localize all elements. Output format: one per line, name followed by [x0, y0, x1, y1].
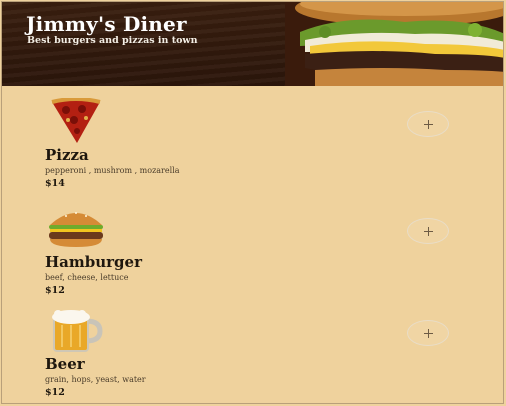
item-price: $14 [45, 178, 65, 189]
item-name: Pizza [45, 146, 89, 164]
add-beer-button[interactable] [407, 320, 449, 346]
menu-item-hamburger: Hamburger beef, cheese, lettuce $12 [2, 205, 503, 305]
burger-photo-icon [285, 2, 503, 86]
item-price: $12 [45, 387, 65, 398]
menu-item-beer: Beer grain, hops, yeast, water $12 [2, 307, 503, 403]
item-description: pepperoni , mushrom , mozarella [45, 166, 180, 175]
item-description: grain, hops, yeast, water [45, 375, 146, 384]
add-hamburger-button[interactable] [407, 218, 449, 244]
item-price: $12 [45, 285, 65, 296]
page-title: Jimmy's Diner [26, 12, 187, 36]
menu-item-pizza: Pizza pepperoni , mushrom , mozarella $1… [2, 98, 503, 198]
item-name: Hamburger [45, 253, 142, 271]
app-frame: Jimmy's Diner Best burgers and pizzas in… [1, 1, 504, 404]
hamburger-icon [49, 212, 103, 247]
beer-icon [52, 310, 103, 352]
header-banner: Jimmy's Diner Best burgers and pizzas in… [2, 2, 503, 86]
pizza-icon [51, 98, 101, 143]
add-pizza-button[interactable] [407, 111, 449, 137]
item-description: beef, cheese, lettuce [45, 273, 129, 282]
item-name: Beer [45, 355, 85, 373]
page-subtitle: Best burgers and pizzas in town [27, 35, 198, 46]
